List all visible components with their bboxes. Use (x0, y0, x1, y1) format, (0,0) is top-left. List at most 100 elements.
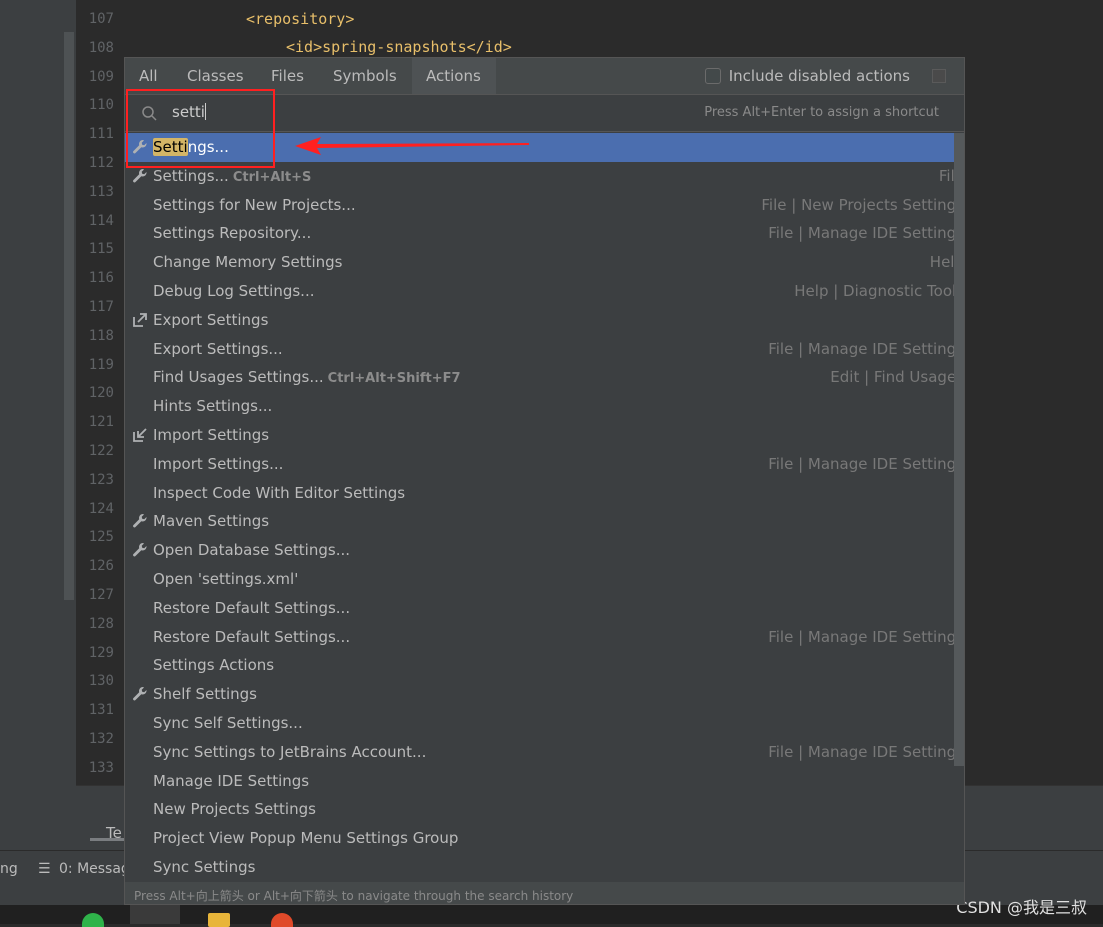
line-number: 121 (88, 414, 114, 431)
list-item[interactable]: Export Settings... File | Manage IDE Sett… (125, 335, 964, 364)
watermark: CSDN @我是三叔 (956, 898, 1087, 917)
list-item[interactable]: Settings Actions (125, 651, 954, 680)
line-number: 116 (88, 270, 114, 287)
list-item[interactable]: Export Settings (125, 306, 954, 335)
shortcut: Ctrl+Alt+Shift+F7 (327, 371, 461, 387)
list-item[interactable]: Sync Self Settings... (125, 709, 954, 738)
list-item[interactable]: New Projects Settings (125, 795, 954, 824)
item-label: Shelf Settings (153, 685, 257, 704)
project-pane (0, 0, 76, 850)
line-number: 128 (88, 615, 114, 632)
list-item[interactable]: Project View Popup Menu Settings Group (125, 824, 954, 853)
line-number: 109 (88, 68, 114, 85)
list-item[interactable]: Restore Default Settings... (125, 594, 954, 623)
line-number: 107 (88, 11, 114, 27)
app-icon[interactable] (82, 913, 104, 927)
list-item[interactable]: Open Database Settings... (125, 536, 954, 565)
line-number: 120 (88, 385, 114, 402)
item-label: Project View Popup Menu Settings Group (153, 829, 459, 848)
list-item[interactable]: Settings Repository... File | Manage IDE … (125, 219, 964, 248)
item-group: File | Manage IDE Settings (768, 742, 964, 761)
item-label: Open 'settings.xml' (153, 570, 299, 588)
item-label: Manage IDE Settings (153, 771, 310, 790)
scrollbar[interactable] (64, 32, 74, 600)
browser-icon[interactable] (271, 913, 293, 927)
line-number: 131 (88, 702, 114, 719)
line-number: 127 (88, 587, 114, 603)
item-label: Hints Settings... (153, 397, 273, 416)
wrench-icon (131, 685, 149, 703)
line-number: 114 (88, 212, 114, 229)
item-label: New Projects Settings (153, 800, 316, 819)
item-group: File | Manage IDE Settings (768, 627, 964, 646)
ide-icon[interactable] (130, 905, 180, 924)
line-number: 125 (88, 529, 114, 546)
list-item[interactable]: Open 'settings.xml' (125, 565, 954, 594)
list-item[interactable]: Maven Settings (125, 507, 954, 536)
item-label: Open Database Settings... (153, 541, 350, 560)
line-number: 133 (88, 759, 114, 776)
item-group: Help | Diagnostic Tools (794, 282, 964, 300)
pin-icon[interactable] (932, 69, 946, 83)
status-item[interactable]: ng (0, 861, 18, 877)
tab-symbols[interactable]: Symbols (319, 58, 412, 94)
list-item[interactable]: Change Memory Settings Help (125, 248, 964, 277)
item-label: Import Settings (153, 426, 270, 444)
line-number: 110 (88, 97, 114, 114)
item-label: Import Settings... (153, 454, 284, 473)
code-line: <id>spring-snapshots</id> (286, 38, 512, 56)
line-number: 119 (88, 356, 114, 373)
list-item[interactable]: Inspect Code With Editor Settings (125, 479, 954, 508)
results-list: Settings... Settings... Ctrl+Alt+S File Sett… (125, 133, 964, 882)
item-group: File | Manage IDE Settings (768, 454, 964, 473)
item-label: Settings Actions (153, 656, 275, 675)
item-label: Sync Self Settings... (153, 714, 303, 732)
item-label: Sync Settings to JetBrains Account... (153, 742, 427, 761)
item-label: Export Settings... (153, 339, 283, 358)
tab-actions[interactable]: Actions (412, 58, 496, 94)
list-item[interactable]: Sync Settings (125, 853, 954, 882)
wrench-icon (131, 512, 149, 530)
folder-icon[interactable] (208, 913, 230, 927)
popup-footer: Press Alt+向上箭头 or Alt+向下箭头 to navigate t… (125, 882, 964, 904)
item-label: Inspect Code With Editor Settings (153, 483, 406, 502)
item-label: Change Memory Settings (153, 253, 343, 272)
messages-icon: ☰ (38, 861, 51, 877)
list-item[interactable]: Import Settings... File | Manage IDE Sett… (125, 450, 964, 479)
shortcut: Ctrl+Alt+S (232, 169, 312, 185)
item-group: Edit | Find Usages (830, 368, 964, 387)
item-label: Restore Default Settings... (153, 627, 351, 646)
export-icon (131, 311, 149, 329)
list-item[interactable]: Debug Log Settings... Help | Diagnostic T… (125, 277, 964, 306)
list-item[interactable]: Settings for New Projects... File | New P… (125, 191, 964, 220)
import-icon (131, 426, 149, 444)
wrench-icon (131, 167, 149, 185)
item-label: Settings for New Projects... (153, 195, 356, 214)
item-label: Debug Log Settings... (153, 282, 315, 300)
results-scrollbar[interactable] (954, 133, 964, 766)
shortcut-hint: Press Alt+Enter to assign a shortcut (704, 105, 939, 120)
item-label: Sync Settings (153, 858, 256, 876)
list-item[interactable]: Import Settings (125, 421, 954, 450)
list-item[interactable]: Sync Settings to JetBrains Account... Fil… (125, 738, 964, 767)
item-group: File | Manage IDE Settings (768, 339, 964, 358)
list-item[interactable]: Hints Settings... (125, 392, 954, 421)
item-group: File | New Projects Settings (761, 195, 964, 214)
item-label: Settings Repository... (153, 224, 312, 243)
line-number: 129 (88, 644, 114, 661)
list-item[interactable]: Manage IDE Settings (125, 767, 954, 796)
line-number: 122 (88, 443, 114, 459)
line-number: 117 (88, 299, 114, 315)
line-number: 126 (88, 558, 114, 575)
include-disabled-actions[interactable]: Include disabled actions (704, 67, 910, 85)
list-item[interactable]: Find Usages Settings... Ctrl+Alt+Shift+F7… (125, 363, 964, 392)
item-label: Restore Default Settings... (153, 598, 351, 617)
list-item[interactable]: Restore Default Settings... File | Manage… (125, 623, 964, 652)
item-label: Settings... Ctrl+Alt+S (153, 166, 312, 185)
wrench-icon (131, 541, 149, 559)
item-label: Maven Settings (153, 512, 270, 531)
list-item[interactable]: Shelf Settings (125, 680, 954, 709)
checkbox[interactable] (704, 68, 721, 84)
annotation-box (126, 89, 275, 168)
line-number: 124 (88, 500, 114, 517)
